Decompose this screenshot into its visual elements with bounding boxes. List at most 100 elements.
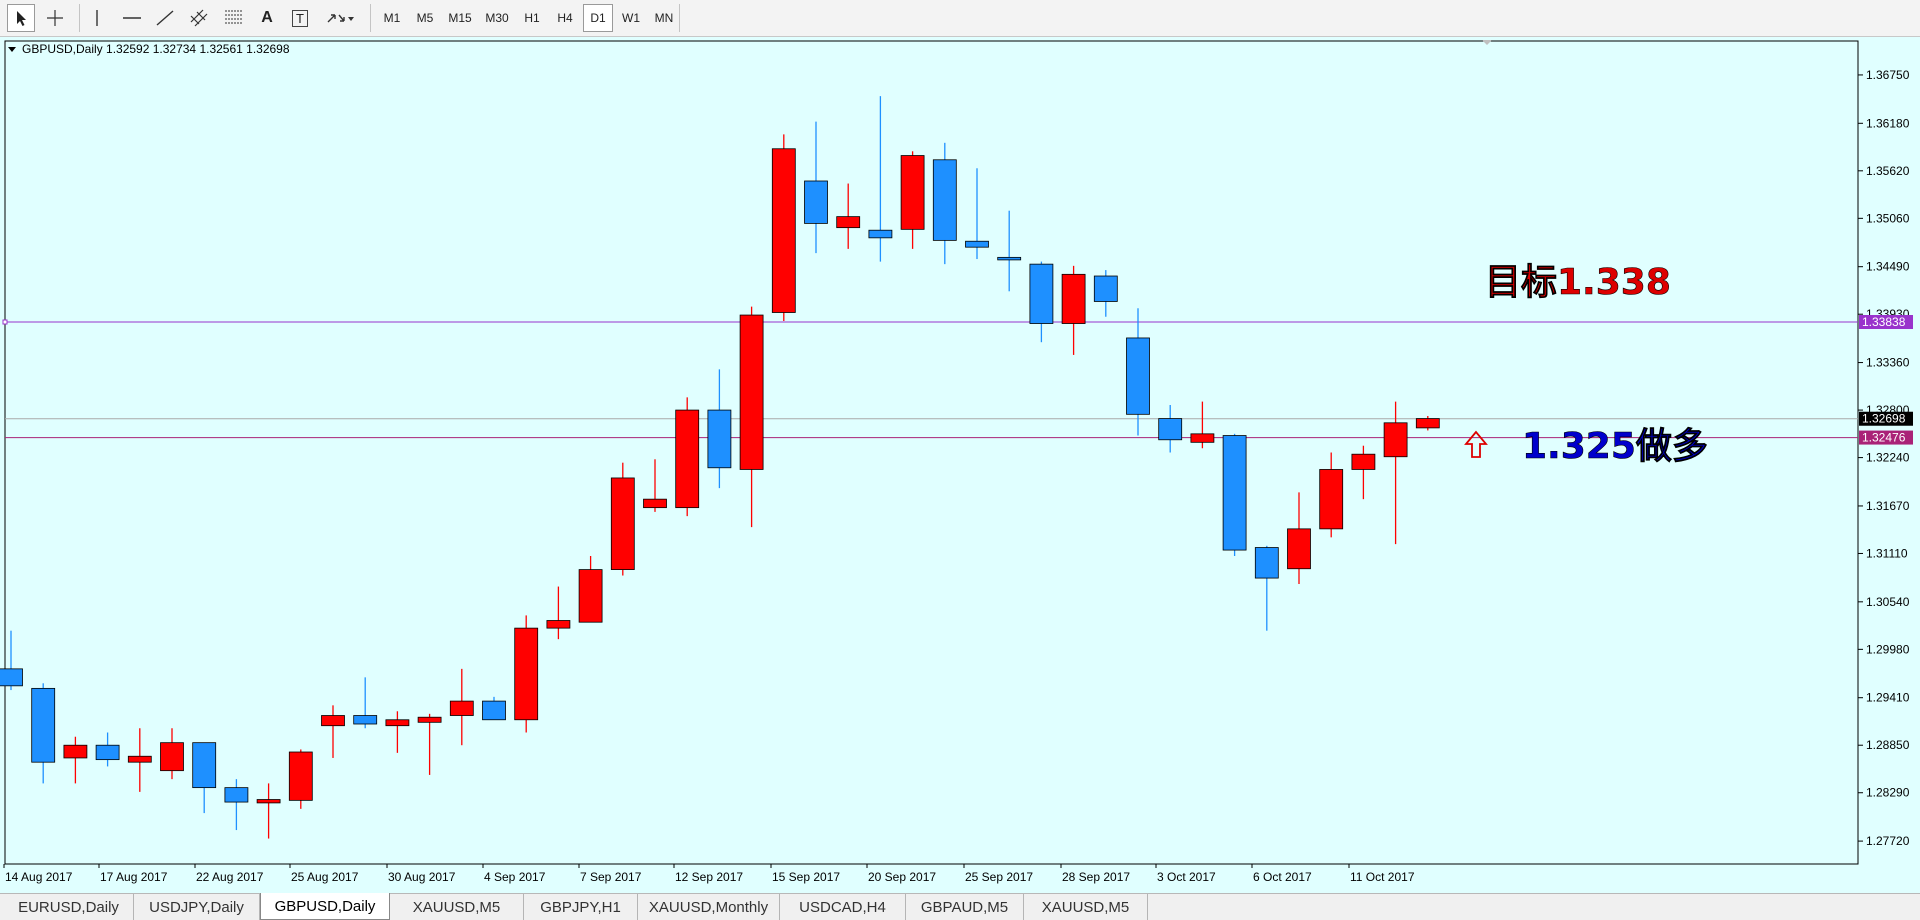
- candle-body[interactable]: [1158, 418, 1183, 441]
- candle-body[interactable]: [578, 569, 603, 623]
- equidistant-channel-icon[interactable]: [186, 4, 214, 32]
- candle-body[interactable]: [1061, 273, 1086, 324]
- shift-marker-icon[interactable]: [1482, 40, 1492, 45]
- candle-body[interactable]: [385, 719, 410, 727]
- entry-annotation: 1.325做多: [1522, 426, 1708, 467]
- candle-body[interactable]: [353, 715, 378, 725]
- text-icon[interactable]: A: [255, 4, 279, 32]
- toolbar: A T M1 M5 M15 M30 H1 H4 D1 W1 MN: [0, 0, 1920, 37]
- y-tick-label: 1.34490: [1866, 260, 1910, 274]
- header-dropdown-icon[interactable]: [8, 47, 16, 52]
- candle-body[interactable]: [1415, 418, 1440, 429]
- chart-tab[interactable]: XAUUSD,M5: [390, 894, 524, 920]
- timeframe-m30-button[interactable]: M30: [480, 4, 514, 32]
- candle-body[interactable]: [482, 700, 506, 721]
- candle-body[interactable]: [675, 409, 700, 509]
- chart-area[interactable]: 1.36750 1.36180 1.35620 1.35060 1.34490 1.339…: [0, 37, 1920, 893]
- fibonacci-icon[interactable]: [220, 4, 248, 32]
- y-tick-label: 1.35620: [1866, 164, 1910, 178]
- candle-body[interactable]: [192, 742, 217, 789]
- candle-body[interactable]: [771, 148, 796, 313]
- candle-body[interactable]: [256, 799, 281, 804]
- candle-body[interactable]: [288, 751, 313, 801]
- cursor-icon[interactable]: [7, 4, 35, 32]
- candle-body[interactable]: [804, 180, 828, 224]
- timeframe-m1-button[interactable]: M1: [377, 4, 407, 32]
- candle-body[interactable]: [1093, 275, 1118, 302]
- x-tick-label: 28 Sep 2017: [1062, 870, 1130, 884]
- horizontal-line-icon[interactable]: [119, 4, 145, 32]
- candle-body[interactable]: [321, 715, 345, 727]
- candle-body[interactable]: [836, 216, 861, 229]
- candle-body[interactable]: [449, 700, 474, 716]
- timeframe-d1-button[interactable]: D1: [583, 4, 613, 32]
- timeframe-mn-button[interactable]: MN: [649, 4, 679, 32]
- candle-body[interactable]: [1287, 528, 1311, 570]
- up-arrow-icon[interactable]: [1464, 430, 1488, 458]
- chart-tab[interactable]: GBPAUD,M5: [906, 894, 1024, 920]
- candle-body[interactable]: [932, 159, 957, 241]
- x-tick-label: 17 Aug 2017: [100, 870, 168, 884]
- x-tick-label: 11 Oct 2017: [1350, 870, 1415, 884]
- y-tick-label: 1.29980: [1866, 642, 1910, 656]
- candle-body[interactable]: [1029, 263, 1054, 324]
- arrows-icon[interactable]: [322, 4, 358, 32]
- candlestick-chart[interactable]: 1.367501.361801.356201.350601.344901.339…: [0, 37, 1920, 893]
- timeframe-h4-button[interactable]: H4: [550, 4, 580, 32]
- candle-body[interactable]: [514, 627, 539, 721]
- chart-tab[interactable]: GBPUSD,Daily: [260, 893, 390, 920]
- candle-body[interactable]: [965, 240, 989, 248]
- candle-body[interactable]: [160, 742, 184, 772]
- chart-tab[interactable]: USDJPY,Daily: [134, 894, 260, 920]
- x-tick-label: 25 Aug 2017: [291, 870, 359, 884]
- candle-body[interactable]: [610, 477, 635, 570]
- candle-body[interactable]: [127, 755, 152, 763]
- chart-tab[interactable]: USDCAD,H4: [780, 894, 906, 920]
- candle-body[interactable]: [1383, 422, 1408, 458]
- candle-body[interactable]: [1126, 337, 1150, 415]
- chart-tab[interactable]: GBPJPY,H1: [524, 894, 638, 920]
- chart-header: GBPUSD,Daily 1.32592 1.32734 1.32561 1.3…: [22, 42, 290, 56]
- candle-body[interactable]: [1254, 547, 1279, 579]
- candle-body[interactable]: [417, 716, 442, 723]
- candle-body[interactable]: [1319, 469, 1344, 530]
- text-label-glyph: T: [292, 9, 308, 27]
- candle-body[interactable]: [643, 498, 667, 509]
- trendline-icon[interactable]: [152, 4, 178, 32]
- hline-price-label: 1.32476: [1862, 431, 1906, 445]
- candle-body[interactable]: [95, 744, 120, 761]
- candle-body[interactable]: [997, 256, 1022, 261]
- chart-tab[interactable]: EURUSD,Daily: [4, 894, 134, 920]
- y-tick-label: 1.31670: [1866, 499, 1910, 513]
- candle-body[interactable]: [868, 229, 893, 239]
- candle-body[interactable]: [546, 620, 571, 629]
- y-tick-label: 1.29410: [1866, 691, 1910, 705]
- candle-body[interactable]: [63, 744, 88, 759]
- text-label-icon[interactable]: T: [287, 4, 313, 32]
- y-tick-label: 1.28850: [1866, 738, 1910, 752]
- candle-body[interactable]: [1190, 433, 1215, 443]
- hline-handle[interactable]: [2, 319, 8, 325]
- chart-tab[interactable]: XAUUSD,Monthly: [638, 894, 780, 920]
- timeframe-m15-button[interactable]: M15: [443, 4, 477, 32]
- candle-body[interactable]: [739, 314, 764, 470]
- y-tick-label: 1.28290: [1866, 786, 1910, 800]
- timeframe-m5-button[interactable]: M5: [410, 4, 440, 32]
- timeframe-w1-button[interactable]: W1: [616, 4, 646, 32]
- vertical-line-icon[interactable]: [86, 4, 108, 32]
- x-tick-label: 25 Sep 2017: [965, 870, 1033, 884]
- candle-body[interactable]: [900, 155, 925, 230]
- candle-body[interactable]: [707, 409, 732, 469]
- timeframe-h1-button[interactable]: H1: [517, 4, 547, 32]
- candle-body[interactable]: [1222, 435, 1247, 551]
- x-tick-label: 22 Aug 2017: [196, 870, 264, 884]
- candle-body[interactable]: [224, 787, 249, 803]
- x-tick-label: 6 Oct 2017: [1253, 870, 1312, 884]
- candle-body[interactable]: [1351, 453, 1376, 470]
- x-tick-label: 12 Sep 2017: [675, 870, 743, 884]
- chart-tab[interactable]: XAUUSD,M5: [1024, 894, 1148, 920]
- crosshair-icon[interactable]: [41, 4, 69, 32]
- candle-body[interactable]: [31, 687, 56, 763]
- bid-price-label: 1.32698: [1862, 412, 1906, 426]
- candle-body[interactable]: [0, 668, 23, 687]
